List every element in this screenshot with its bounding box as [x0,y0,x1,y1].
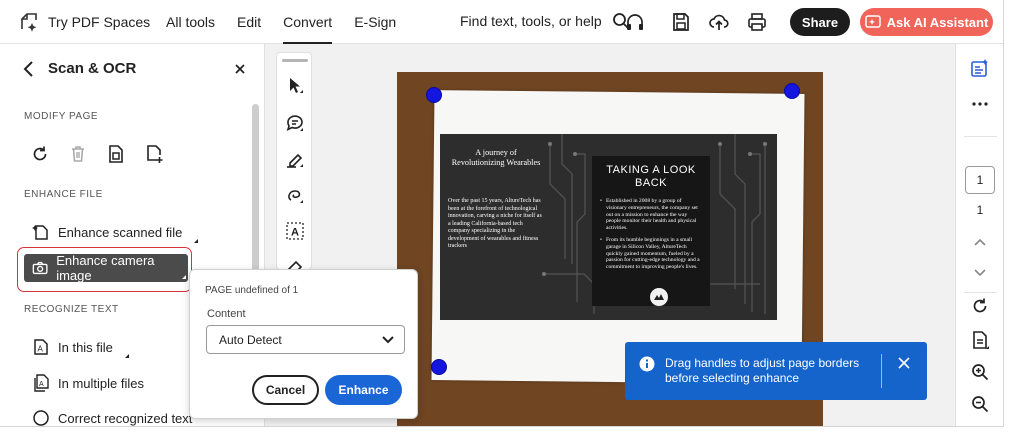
nav-e-sign[interactable]: E-Sign [354,0,396,44]
refresh-icon[interactable] [970,296,990,316]
zoom-in-icon[interactable] [970,362,990,382]
correct-text-label: Correct recognized text [58,410,193,426]
top-bar: Try PDF Spaces All tools Edit Convert E-… [0,0,1003,44]
nav-convert[interactable]: Convert [283,0,333,44]
pdf-spaces-icon [21,13,37,32]
chevron-up-icon[interactable] [970,232,990,252]
enhance-scanned-label: Enhance scanned file [58,224,183,240]
delete-icon[interactable] [68,144,88,164]
svg-text:A: A [38,345,44,354]
brochure-body: Over the past 15 years, AltureTech has b… [448,198,542,249]
svg-text:A: A [291,227,299,239]
enhance-options-popover: PAGE undefined of 1 Content Auto Detect … [189,269,418,419]
crop-handle-top-left[interactable] [426,87,442,103]
section-enhance-file: ENHANCE FILE [24,189,103,200]
toast-message: Drag handles to adjust page borders befo… [665,356,860,385]
text-box-icon[interactable]: A [285,221,305,241]
toast-divider [881,354,882,388]
info-toast: Drag handles to adjust page borders befo… [625,342,927,400]
enhance-scanned-icon [32,225,48,240]
correct-recognized-text-button[interactable]: Correct recognized text [24,404,200,426]
save-icon[interactable] [670,11,692,33]
brochure-list-item: From its humble beginnings in a small ga… [600,237,702,271]
rotate-icon[interactable] [30,144,50,164]
brochure-left-panel: A journey of Revolutionizing Wearables O… [448,148,544,251]
chevron-down-icon[interactable] [970,262,990,282]
drag-grip[interactable] [282,59,308,62]
brochure-heading: TAKING A LOOK BACK [606,164,696,189]
comment-icon[interactable] [285,113,305,133]
section-modify-page: MODIFY PAGE [24,111,99,122]
brochure-title: A journey of Revolutionizing Wearables [451,148,541,167]
selection-highlight [17,247,192,292]
in-multiple-files-label: In multiple files [58,375,144,391]
recognize-in-multiple-files-button[interactable]: A In multiple files [24,369,152,397]
rail-divider [964,136,997,137]
ai-generative-summary-icon[interactable] [970,58,990,78]
chevron-icon [194,239,199,243]
rail-divider [964,292,997,293]
pdf-spaces-link[interactable]: Try PDF Spaces [18,11,150,33]
ai-label: Ask AI Assistant [886,14,989,30]
headphones-icon[interactable] [624,11,646,33]
chevron-down-icon [382,336,394,344]
panel-title: Scan & OCR [48,60,137,77]
highlight-pen-icon[interactable] [285,149,305,169]
find-label: Find text, tools, or help [460,13,602,29]
close-icon[interactable] [232,61,248,77]
app-window: Try PDF Spaces All tools Edit Convert E-… [0,0,1004,427]
insert-page-icon[interactable] [144,144,164,164]
content-label: Content [207,308,246,320]
modify-page-toolbar [30,144,164,164]
ocr-multiple-files-icon: A [34,374,49,392]
right-rail: 1 1 [955,44,1003,426]
chevron-icon [124,354,129,358]
zoom-out-icon[interactable] [970,394,990,414]
page-thumbnail-icon[interactable] [970,330,990,350]
current-page-input[interactable]: 1 [965,166,995,194]
print-icon[interactable] [746,11,768,33]
brochure-page: A journey of Revolutionizing Wearables O… [440,134,777,320]
info-icon [639,356,655,372]
ocr-file-icon: A [34,339,48,355]
recognize-in-this-file-button[interactable]: A In this file [24,333,129,361]
page-indicator: PAGE undefined of 1 [205,285,299,296]
cloud-upload-icon[interactable] [708,11,730,33]
ask-ai-assistant-button[interactable]: Ask AI Assistant [860,8,993,36]
select-cursor-icon[interactable] [285,75,305,95]
cancel-button[interactable]: Cancel [252,375,319,405]
nav-all-tools[interactable]: All tools [166,0,215,44]
draw-freehand-icon[interactable] [285,185,305,205]
close-icon[interactable] [897,356,911,370]
brand-label: Try PDF Spaces [48,14,151,30]
crop-handle-top-right[interactable] [784,83,800,99]
extract-page-icon[interactable] [106,144,126,164]
back-arrow-icon[interactable] [22,60,34,77]
brochure-logo-icon [650,288,668,306]
svg-text:A: A [39,381,44,388]
panel-header: Scan & OCR [22,60,136,77]
nav-edit[interactable]: Edit [237,0,261,44]
enhance-button[interactable]: Enhance [325,375,402,405]
more-options-icon[interactable] [970,94,990,114]
brochure-list: Established in 2008 by a group of vision… [600,198,702,271]
quick-tools-strip: A [276,52,312,275]
section-recognize-text: RECOGNIZE TEXT [24,304,119,315]
brochure-list-item: Established in 2008 by a group of vision… [600,198,702,232]
find-button[interactable]: Find text, tools, or help [460,12,630,30]
correct-text-icon [33,410,49,426]
share-button[interactable]: Share [790,8,850,36]
panel-scrollbar[interactable] [252,104,259,284]
brochure-right-panel: TAKING A LOOK BACK Established in 2008 b… [592,156,710,306]
crop-handle-bottom-left[interactable] [431,359,447,375]
content-select-value: Auto Detect [219,332,282,347]
in-this-file-label: In this file [58,339,113,355]
enhance-scanned-file-button[interactable]: Enhance scanned file [24,218,199,246]
main-nav: All tools Edit Convert E-Sign [166,0,418,44]
content-select[interactable]: Auto Detect [206,325,405,354]
total-pages: 1 [976,203,984,217]
ai-assistant-icon [864,15,881,28]
